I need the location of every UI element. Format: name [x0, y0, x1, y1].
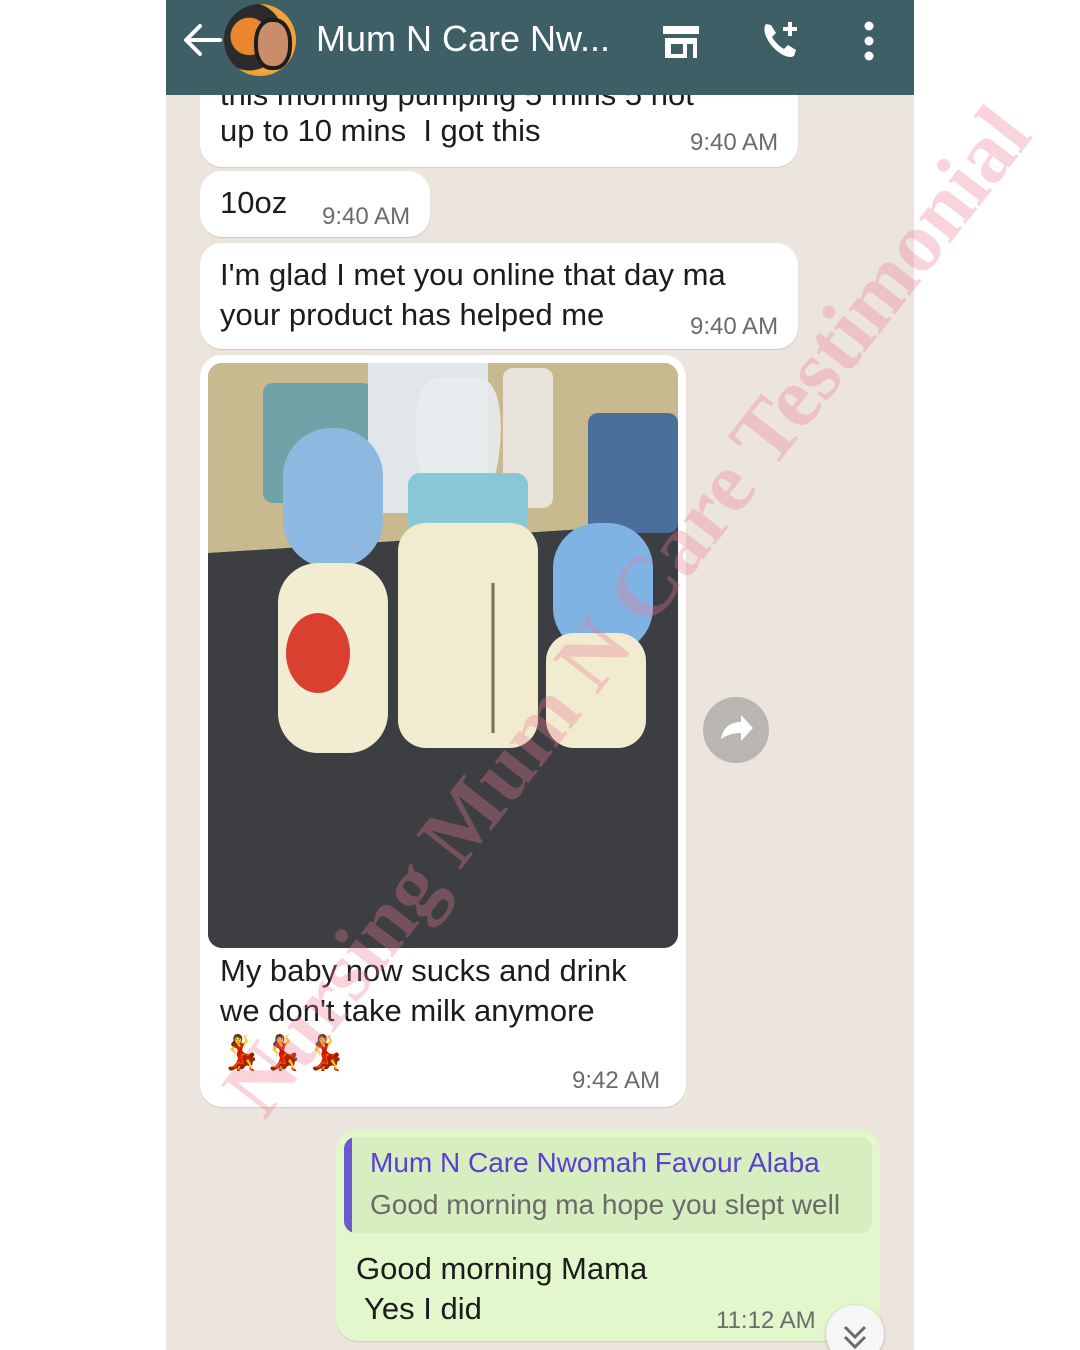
incoming-image-message[interactable]: My baby now sucks and drink we don't tak… [200, 355, 686, 1107]
double-chevron-down-icon [843, 1325, 867, 1350]
storefront-icon[interactable] [658, 18, 704, 64]
more-vert-icon[interactable] [846, 18, 892, 64]
message-text: 10oz [220, 185, 288, 220]
message-text: we don't take milk anymore [220, 993, 595, 1028]
quote-bar [344, 1137, 352, 1233]
forward-arrow-icon [721, 715, 753, 741]
chat-header: Mum N Care Nw... [166, 0, 914, 95]
quoted-text: Good morning ma hope you slept well [370, 1189, 841, 1220]
outgoing-message-bubble[interactable]: Mum N Care Nwomah Favour Alaba Good morn… [336, 1129, 880, 1341]
chat-area: this morning pumping 5 mins 5 not up to … [166, 65, 914, 1350]
message-text: My baby now sucks and drink [220, 953, 627, 988]
message-time: 9:40 AM [322, 203, 411, 230]
arrow-back-icon[interactable] [180, 20, 224, 60]
chat-title[interactable]: Mum N Care Nw... [316, 14, 610, 64]
quoted-sender: Mum N Care Nwomah Favour Alaba [370, 1147, 820, 1178]
message-text: Yes I did [356, 1291, 482, 1326]
contact-avatar[interactable] [224, 4, 296, 76]
message-time: 9:40 AM [690, 129, 779, 156]
message-text: Good morning Mama [356, 1251, 648, 1286]
quoted-message[interactable]: Mum N Care Nwomah Favour Alaba Good morn… [344, 1137, 872, 1233]
message-text: I'm glad I met you online that day ma [220, 257, 726, 292]
incoming-message-bubble[interactable]: I'm glad I met you online that day ma yo… [200, 243, 798, 349]
dancer-emoji: 💃💃💃 [220, 1034, 348, 1072]
add-call-icon[interactable] [758, 18, 804, 64]
phone-screen: Mum N Care Nw... this morning pumping 5 … [166, 0, 914, 1350]
message-time: 9:40 AM [690, 313, 779, 340]
message-time: 11:12 AM [716, 1307, 816, 1334]
message-text: your product has helped me [220, 297, 605, 332]
baby-bottles-photo[interactable] [208, 363, 678, 948]
message-text: up to 10 mins I got this [220, 113, 541, 148]
forward-button[interactable] [703, 697, 769, 763]
incoming-message-bubble[interactable]: 10oz 9:40 AM [200, 171, 430, 237]
scroll-down-button[interactable] [826, 1305, 884, 1350]
message-time: 9:42 AM [572, 1067, 661, 1094]
